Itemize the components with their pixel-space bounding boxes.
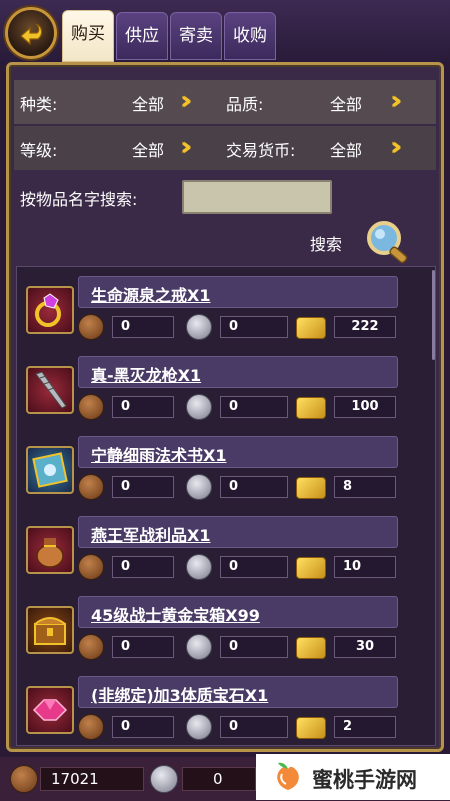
item-name[interactable]: 生命源泉之戒X1 [91, 282, 210, 306]
wallet-copper: 17021 [40, 767, 144, 791]
silver-coin-icon [186, 314, 212, 340]
tab-buy[interactable]: 购买 [62, 10, 114, 62]
gold-ingot-icon [296, 637, 326, 659]
silver-price: 0 [220, 556, 288, 578]
copper-price: 0 [112, 316, 174, 338]
magnifier-icon [367, 221, 408, 264]
silver-price: 0 [220, 316, 288, 338]
level-value[interactable]: 全部 [132, 137, 164, 161]
item-name-box[interactable]: 真-黑灭龙枪X1 [78, 356, 398, 388]
copper-coin-icon [78, 394, 104, 420]
quality-label: 品质: [226, 95, 264, 114]
filter-row-level-currency: 等级: 全部 ›› 交易货币: 全部 ›› [14, 126, 436, 170]
silver-coin-icon [186, 634, 212, 660]
item-name[interactable]: 真-黑灭龙枪X1 [91, 362, 201, 386]
watermark: 蜜桃手游网 [256, 754, 450, 800]
tab-consign[interactable]: 寄卖 [170, 12, 222, 60]
treasure-chest-icon [26, 606, 74, 654]
item-name-box[interactable]: 燕王军战利品X1 [78, 516, 398, 548]
list-item[interactable]: (非绑定)加3体质宝石X1 0 0 2 [20, 672, 400, 750]
silver-price: 0 [220, 476, 288, 498]
filter-row-category-quality: 种类: 全部 ›› 品质: 全部 ›› [14, 80, 436, 124]
silver-coin-icon [150, 765, 178, 793]
gold-price: 30 [334, 636, 396, 658]
gold-price: 2 [334, 716, 396, 738]
copper-coin-icon [78, 634, 104, 660]
copper-coin-icon [78, 714, 104, 740]
silver-price: 0 [220, 716, 288, 738]
copper-price: 0 [112, 476, 174, 498]
quality-chevron-icon[interactable]: ›› [390, 88, 404, 114]
silver-coin-icon [186, 554, 212, 580]
wallet-silver: 0 [182, 767, 256, 791]
level-label: 等级: [20, 141, 58, 160]
copper-price: 0 [112, 716, 174, 738]
category-chevron-icon[interactable]: ›› [180, 88, 194, 114]
silver-coin-icon [186, 714, 212, 740]
copper-price: 0 [112, 556, 174, 578]
gold-price: 222 [334, 316, 396, 338]
list-item[interactable]: 生命源泉之戒X1 0 0 222 [20, 272, 400, 350]
currency-value[interactable]: 全部 [330, 137, 362, 161]
list-item[interactable]: 燕王军战利品X1 0 0 10 [20, 512, 400, 590]
drill-lance-icon [26, 366, 74, 414]
gold-ingot-icon [296, 397, 326, 419]
gold-price: 8 [334, 476, 396, 498]
list-item[interactable]: 45级战士黄金宝箱X99 0 0 30 [20, 592, 400, 670]
copper-price: 0 [112, 396, 174, 418]
level-chevron-icon[interactable]: ›› [180, 134, 194, 160]
name-search-input[interactable] [182, 180, 332, 214]
item-name[interactable]: (非绑定)加3体质宝石X1 [91, 682, 268, 706]
item-name[interactable]: 燕王军战利品X1 [91, 522, 210, 546]
silver-price: 0 [220, 396, 288, 418]
watermark-text: 蜜桃手游网 [312, 768, 417, 792]
search-label: 搜索 [310, 235, 343, 254]
list-item[interactable]: 宁静细雨法术书X1 0 0 8 [20, 432, 400, 510]
item-name-box[interactable]: 45级战士黄金宝箱X99 [78, 596, 398, 628]
gold-ingot-icon [296, 317, 326, 339]
category-value[interactable]: 全部 [132, 91, 164, 115]
loot-bag-icon [26, 526, 74, 574]
item-name[interactable]: 宁静细雨法术书X1 [91, 442, 226, 466]
tab-purchase[interactable]: 收购 [224, 12, 276, 60]
tab-supply[interactable]: 供应 [116, 12, 168, 60]
gem-icon [26, 686, 74, 734]
name-search-label: 按物品名字搜索: [20, 190, 138, 209]
ring-icon [26, 286, 74, 334]
currency-label: 交易货币: [226, 141, 296, 160]
gold-ingot-icon [296, 717, 326, 739]
category-label: 种类: [20, 95, 58, 114]
back-button[interactable] [5, 7, 57, 59]
silver-coin-icon [186, 474, 212, 500]
copper-coin-icon [78, 554, 104, 580]
search-button[interactable] [360, 218, 420, 266]
spellbook-icon [26, 446, 74, 494]
item-name-box[interactable]: 宁静细雨法术书X1 [78, 436, 398, 468]
copper-coin-icon [10, 765, 38, 793]
quality-value[interactable]: 全部 [330, 91, 362, 115]
scrollbar[interactable] [432, 270, 435, 360]
currency-chevron-icon[interactable]: ›› [390, 134, 404, 160]
item-name-box[interactable]: 生命源泉之戒X1 [78, 276, 398, 308]
gold-price: 10 [334, 556, 396, 578]
item-name[interactable]: 45级战士黄金宝箱X99 [91, 602, 260, 626]
gold-ingot-icon [296, 557, 326, 579]
silver-coin-icon [186, 394, 212, 420]
copper-coin-icon [78, 474, 104, 500]
gold-ingot-icon [296, 477, 326, 499]
list-item[interactable]: 真-黑灭龙枪X1 0 0 100 [20, 352, 400, 430]
item-name-box[interactable]: (非绑定)加3体质宝石X1 [78, 676, 398, 708]
copper-price: 0 [112, 636, 174, 658]
copper-coin-icon [78, 314, 104, 340]
peach-logo-icon [277, 762, 299, 790]
silver-price: 0 [220, 636, 288, 658]
gold-price: 100 [334, 396, 396, 418]
back-arrow-icon [20, 23, 43, 46]
